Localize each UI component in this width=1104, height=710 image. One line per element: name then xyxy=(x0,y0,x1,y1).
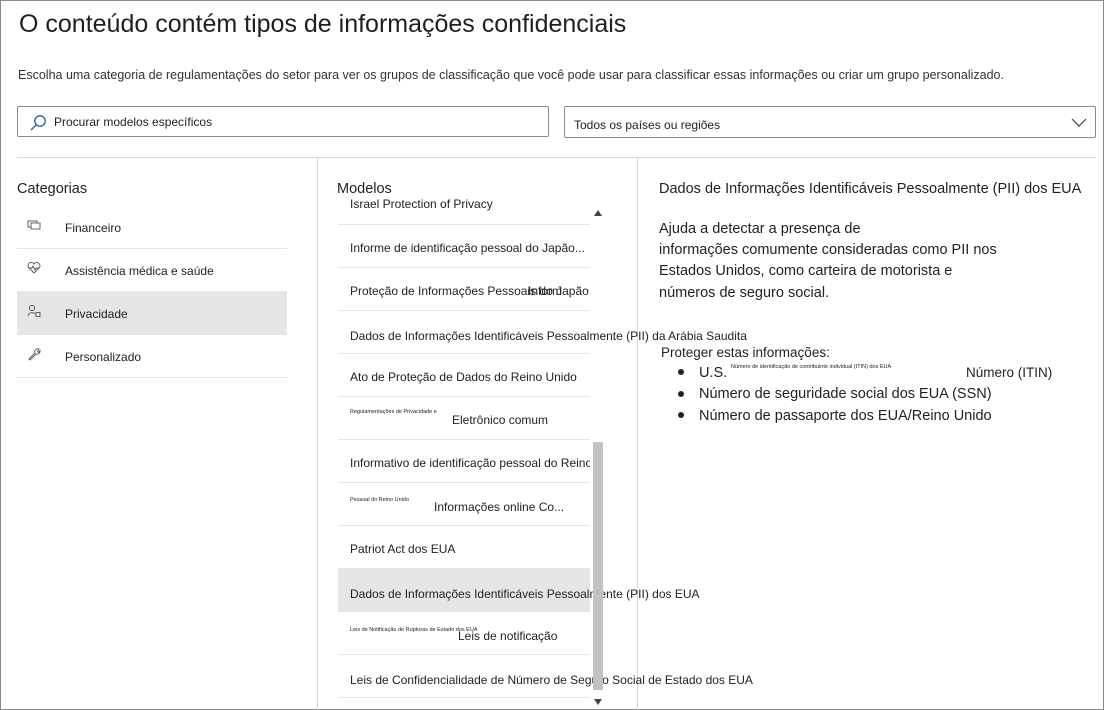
model-label: Leis de notificação xyxy=(458,629,558,643)
model-label: Informativo de identificação pessoal do … xyxy=(350,456,590,470)
model-label: Informações online Co... xyxy=(434,500,565,514)
model-item[interactable]: Regulamentações de Privacidade e Eletrôn… xyxy=(338,397,590,440)
category-assistencia-medica[interactable]: Assistência médica e saúde xyxy=(17,249,287,292)
model-tiny-label: Pessoal do Reino Unido xyxy=(350,497,410,503)
detail-description-line: informações comumente consideradas como … xyxy=(659,242,997,258)
model-item[interactable]: Informe de identificação pessoal do Japã… xyxy=(338,225,590,268)
model-item-partial[interactable]: Israel Protection of Privacy xyxy=(338,198,590,225)
models-list: Israel Protection of Privacy Informe de … xyxy=(338,198,590,710)
page-description: Escolha uma categoria de regulamentações… xyxy=(18,68,1004,82)
info-type-item: Número de passaporte dos EUA/Reino Unido xyxy=(699,408,992,424)
model-label: Informe de identificação pessoal do Japã… xyxy=(350,241,585,255)
model-item[interactable]: Ato de Proteção de Dados do Reino Unido xyxy=(338,354,590,397)
model-label: Leis de Confidencialidade de Número de S… xyxy=(350,673,753,687)
category-label: Financeiro xyxy=(65,221,122,235)
bullet xyxy=(678,369,684,375)
region-dropdown[interactable]: Todos os países ou regiões xyxy=(564,106,1096,138)
info-type-item: Número de seguridade social dos EUA (SSN… xyxy=(699,386,992,402)
chevron-down-icon xyxy=(1071,118,1087,127)
money-icon xyxy=(27,220,41,230)
info-type-prefix: U.S. xyxy=(699,365,728,381)
model-label: Patriot Act dos EUA xyxy=(350,542,456,556)
model-overlay-text: Inform xyxy=(528,284,563,298)
detail-description-line: Ajuda a detectar a presença de xyxy=(659,221,861,237)
scrollbar-thumb[interactable] xyxy=(593,442,603,690)
model-label: Israel Protection of Privacy xyxy=(350,198,493,211)
model-label-selected: Dados de Informações Identificáveis Pess… xyxy=(350,587,700,601)
bullet xyxy=(678,412,684,418)
model-label: Eletrônico comum xyxy=(452,413,549,427)
category-label: Assistência médica e saúde xyxy=(65,264,214,278)
search-input[interactable] xyxy=(54,112,534,132)
detail-description-line: números de seguro social. xyxy=(659,285,830,301)
model-label: Dados de Informações Identificáveis Pess… xyxy=(350,329,747,343)
detail-title: Dados de Informações Identificáveis Pess… xyxy=(659,181,1082,197)
person-lock-icon xyxy=(27,304,41,317)
categories-heading: Categorias xyxy=(17,181,88,197)
region-dropdown-value: Todos os países ou regiões xyxy=(574,118,721,132)
scroll-down-icon[interactable] xyxy=(594,699,602,705)
heart-pulse-icon xyxy=(27,262,41,274)
category-label: Personalizado xyxy=(65,350,142,364)
column-divider-left xyxy=(317,158,318,710)
models-scrollbar[interactable] xyxy=(591,204,605,710)
category-privacidade[interactable]: Privacidade xyxy=(17,292,287,335)
model-item[interactable]: Leis de Notificação de Rupturas de Estad… xyxy=(338,612,590,655)
models-heading: Modelos xyxy=(337,181,392,197)
section-divider xyxy=(17,157,1096,158)
search-box[interactable] xyxy=(17,106,549,137)
info-type-suffix: Número (ITIN) xyxy=(966,365,1053,380)
model-item[interactable]: Patriot Act dos EUA xyxy=(338,526,590,569)
search-icon xyxy=(30,115,46,131)
model-label: Ato de Proteção de Dados do Reino Unido xyxy=(350,370,577,384)
category-financeiro[interactable]: Financeiro xyxy=(17,206,287,249)
page-title: O conteúdo contém tipos de informações c… xyxy=(19,10,627,38)
protect-label: Proteger estas informações: xyxy=(661,345,830,360)
model-item[interactable]: Pessoal do Reino Unido Informações onlin… xyxy=(338,483,590,526)
model-item[interactable]: Informativo de identificação pessoal do … xyxy=(338,440,590,483)
category-label: Privacidade xyxy=(65,307,128,321)
model-tiny-label: Regulamentações de Privacidade e xyxy=(350,409,437,415)
detail-description-line: Estados Unidos, como carteira de motoris… xyxy=(659,263,953,279)
bullet xyxy=(678,391,684,397)
wrench-icon xyxy=(28,348,41,361)
info-type-tiny-label: Número de identificação de contribuinte … xyxy=(731,364,892,370)
column-divider-right xyxy=(637,158,638,710)
scroll-up-icon[interactable] xyxy=(594,210,602,216)
category-personalizado[interactable]: Personalizado xyxy=(17,335,287,378)
